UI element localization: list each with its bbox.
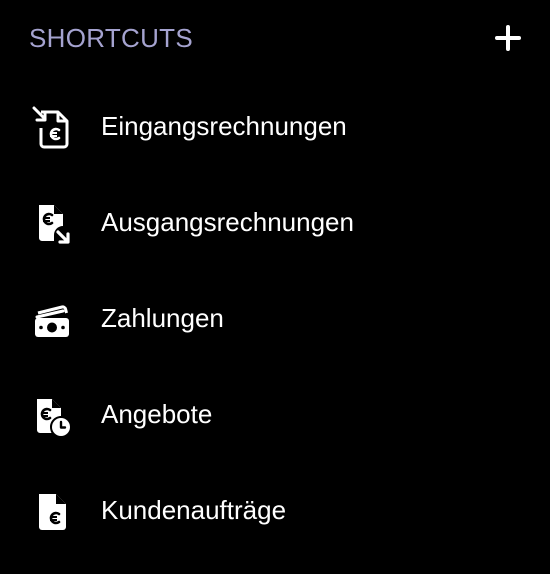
shortcut-label: Angebote <box>101 399 213 429</box>
plus-icon <box>495 25 521 51</box>
shortcut-item-ausgangsrechnungen[interactable]: Ausgangsrechnungen <box>0 182 550 262</box>
shortcut-label: Zahlungen <box>101 303 224 333</box>
outgoing-invoice-icon <box>32 202 72 246</box>
shortcut-item-zahlungen[interactable]: Zahlungen <box>0 278 550 358</box>
shortcut-item-kundenauftraege[interactable]: Kundenaufträge <box>0 470 550 550</box>
shortcut-item-eingangsrechnungen[interactable]: Eingangsrechnungen <box>0 86 550 166</box>
shortcut-label: Kundenaufträge <box>101 495 287 525</box>
section-title: SHORTCUTS <box>29 23 194 53</box>
quote-clock-icon <box>32 394 72 438</box>
shortcut-label: Ausgangsrechnungen <box>101 207 354 237</box>
shortcut-item-angebote[interactable]: Angebote <box>0 374 550 454</box>
incoming-invoice-icon <box>32 106 72 150</box>
shortcuts-header: SHORTCUTS <box>0 0 550 78</box>
shortcut-label: Eingangsrechnungen <box>101 111 347 141</box>
payments-cash-icon <box>32 298 72 342</box>
customer-order-icon <box>32 490 72 534</box>
add-shortcut-button[interactable] <box>490 20 526 56</box>
shortcuts-panel: SHORTCUTS Eingangsrechnungen Ausgangsrec… <box>0 0 550 574</box>
